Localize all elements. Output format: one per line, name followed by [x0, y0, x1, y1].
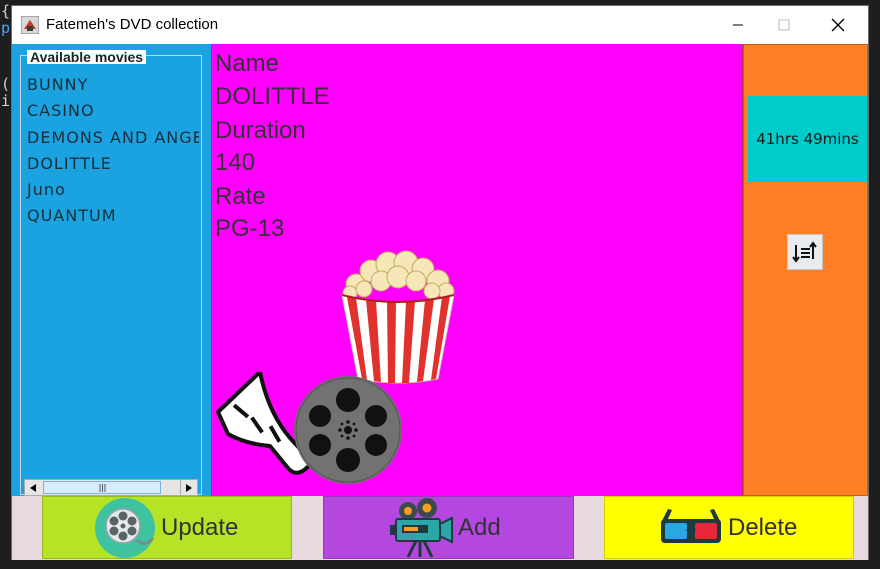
movie-list-item[interactable]: BUNNY — [25, 72, 199, 98]
movie-list-item[interactable]: DEMONS AND ANGELS — [25, 125, 199, 151]
code-glyph: i — [1, 92, 11, 110]
available-movies-title: Available movies — [27, 50, 147, 64]
scroll-left-button[interactable] — [25, 480, 41, 495]
code-glyph: p — [1, 19, 11, 37]
sort-icon — [792, 241, 817, 263]
movie-list[interactable]: BUNNY CASINO DEMONS AND ANGELS DOLITTLE … — [25, 72, 199, 472]
minimize-button[interactable] — [715, 6, 761, 44]
name-label: Name — [215, 50, 280, 77]
add-label: Add — [458, 513, 501, 541]
available-movies-group: Available movies BUNNY CASINO DEMONS AND… — [20, 50, 202, 496]
film-reel-icon — [95, 497, 155, 558]
movie-list-item[interactable]: Juno — [25, 177, 199, 203]
duration-label: Duration — [215, 117, 306, 144]
delete-label: Delete — [728, 513, 798, 541]
minimize-icon — [733, 24, 743, 26]
duration-value: 140 — [215, 149, 256, 176]
window-title: Fatemeh's DVD collection — [46, 16, 219, 33]
movies-panel: Available movies BUNNY CASINO DEMONS AND… — [12, 44, 211, 496]
grip-icon — [99, 483, 105, 492]
maximize-button[interactable] — [761, 6, 807, 44]
code-glyph: ( — [1, 75, 11, 93]
close-button[interactable] — [815, 6, 861, 44]
horizontal-scrollbar[interactable] — [24, 479, 198, 496]
name-value: DOLITTLE — [215, 83, 330, 110]
scroll-left-icon — [30, 483, 36, 492]
add-button[interactable]: Add — [323, 496, 574, 559]
scroll-thumb[interactable] — [43, 481, 161, 494]
close-icon — [831, 18, 845, 32]
movie-camera-icon — [390, 497, 453, 558]
movie-list-item[interactable]: DOLITTLE — [25, 151, 199, 177]
maximize-icon — [778, 19, 790, 31]
scroll-right-icon — [186, 483, 192, 492]
3d-glasses-icon — [661, 508, 721, 543]
main-content: Available movies BUNNY CASINO DEMONS AND… — [12, 44, 868, 560]
delete-button[interactable]: Delete — [604, 496, 854, 559]
rate-label: Rate — [215, 183, 266, 210]
movie-details-panel: Name DOLITTLE Duration 140 Rate PG-13 — [211, 44, 743, 496]
movie-list-item[interactable]: CASINO — [25, 98, 199, 124]
code-glyph: { — [1, 2, 11, 20]
app-icon — [21, 16, 39, 34]
dvd-collection-window: Fatemeh's DVD collection Available movie… — [11, 5, 869, 560]
film-reel-illustration — [216, 372, 402, 484]
popcorn-icon — [341, 250, 455, 384]
title-bar[interactable]: Fatemeh's DVD collection — [12, 6, 868, 44]
movie-list-item[interactable]: QUANTUM — [25, 203, 199, 229]
update-button[interactable]: Update — [42, 496, 292, 559]
rate-value: PG-13 — [215, 215, 285, 242]
update-label: Update — [161, 513, 239, 541]
sort-button[interactable] — [787, 234, 823, 270]
summary-panel: 41hrs 49mins — [743, 44, 868, 496]
scroll-right-button[interactable] — [180, 480, 197, 495]
total-duration: 41hrs 49mins — [748, 96, 867, 182]
